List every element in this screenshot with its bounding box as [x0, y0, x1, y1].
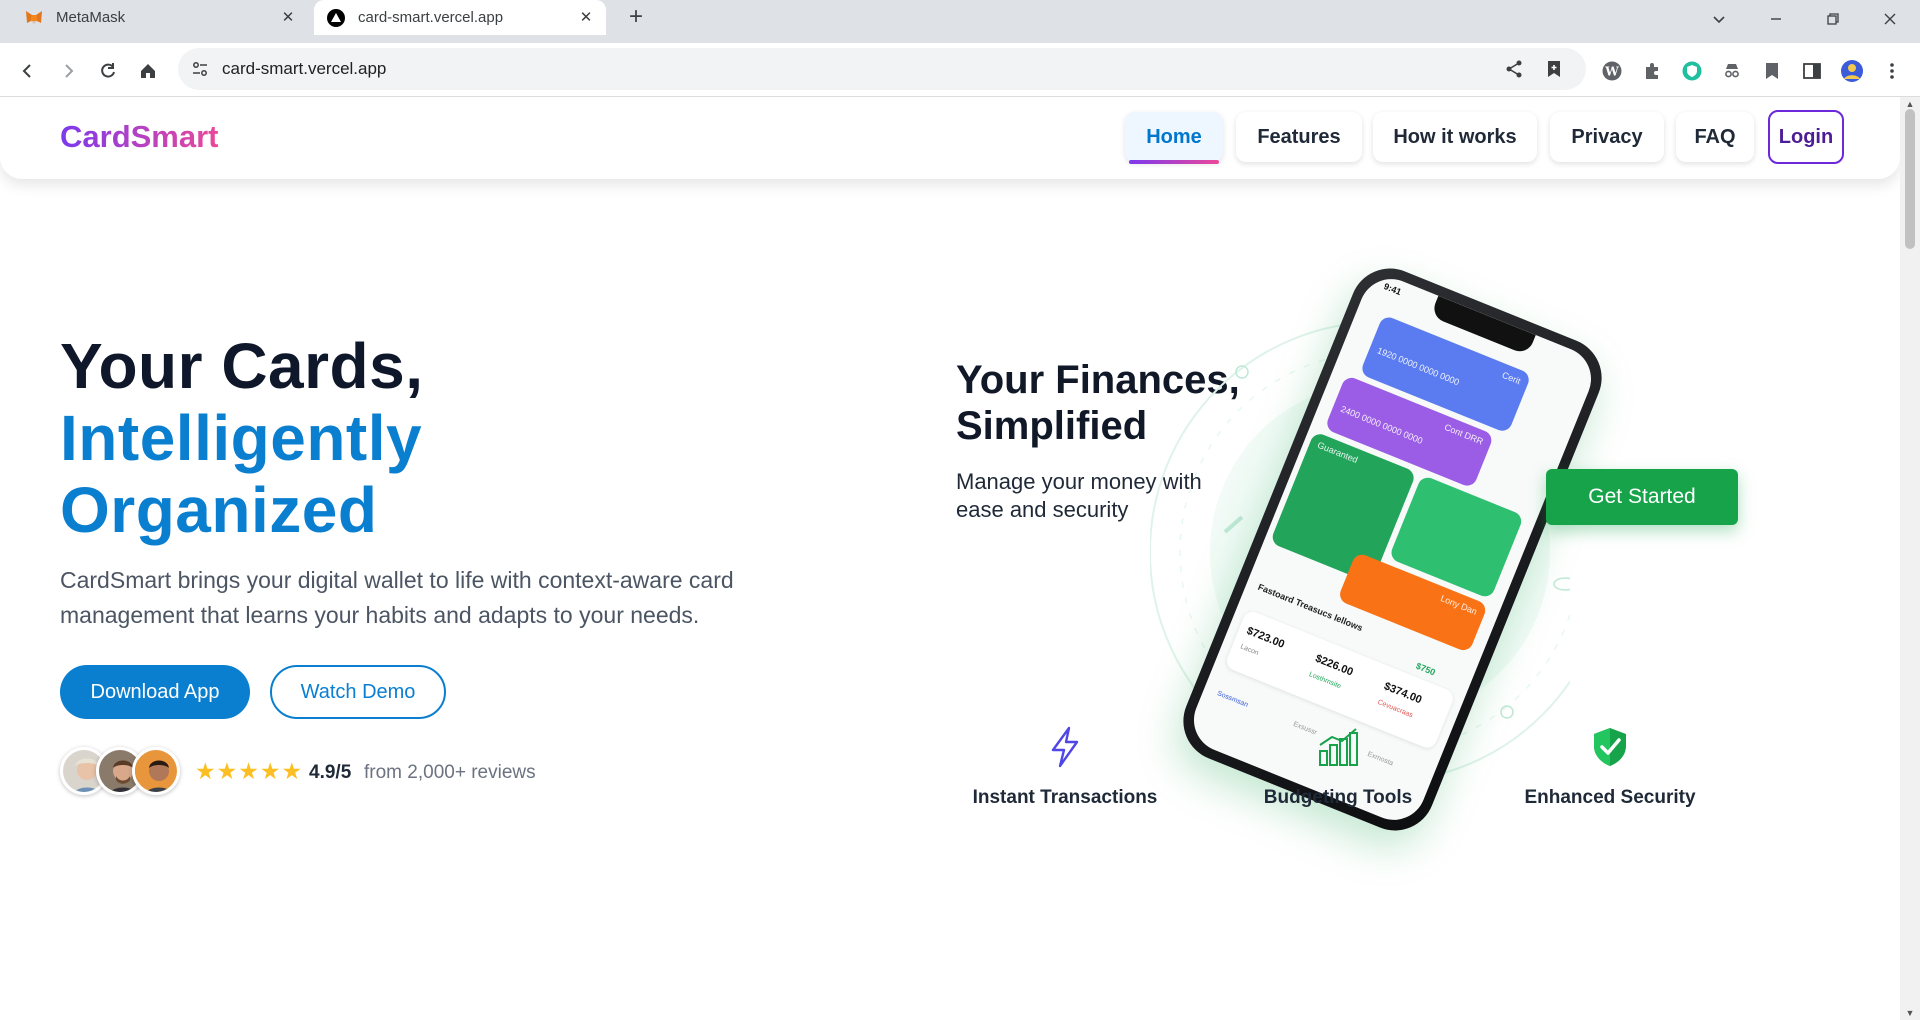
reviewer-avatar	[132, 747, 180, 795]
nav-privacy[interactable]: Privacy	[1550, 112, 1664, 162]
scroll-up-icon[interactable]: ▲	[1904, 99, 1916, 109]
forward-icon[interactable]	[54, 57, 82, 85]
restore-icon[interactable]	[1818, 6, 1848, 32]
nav-features[interactable]: Features	[1236, 112, 1362, 162]
phone-highlight-amount: $750	[1414, 660, 1437, 678]
page-scrollbar[interactable]: ▲ ▼	[1900, 97, 1920, 1020]
extensions-puzzle-icon[interactable]	[1638, 57, 1666, 85]
metamask-fox-icon	[24, 8, 44, 28]
watch-demo-button[interactable]: Watch Demo	[270, 665, 446, 719]
download-app-button[interactable]: Download App	[60, 665, 250, 719]
scroll-down-icon[interactable]: ▼	[1904, 1008, 1916, 1018]
svg-text:W: W	[1604, 65, 1619, 79]
rating-value: 4.9/5	[309, 762, 352, 783]
browser-menu-icon[interactable]	[1878, 57, 1906, 85]
share-icon[interactable]	[1502, 57, 1526, 81]
nav-home[interactable]: Home	[1125, 112, 1223, 164]
tab-cardsmart[interactable]: card-smart.vercel.app ✕	[314, 0, 606, 35]
get-started-button[interactable]: Get Started	[1546, 469, 1738, 525]
incognito-extension-icon[interactable]	[1718, 57, 1746, 85]
new-tab-button[interactable]: +	[622, 4, 650, 32]
bar-chart-icon	[1312, 721, 1364, 773]
login-button[interactable]: Login	[1768, 110, 1844, 164]
phone-amount-note: Lacon	[1239, 643, 1260, 658]
site-settings-icon[interactable]	[188, 57, 212, 81]
rating-stars: ★★★★★	[195, 758, 304, 784]
site-logo[interactable]: CardSmart	[60, 119, 219, 155]
feature-budgeting-tools: Budgeting Tools	[1228, 721, 1448, 809]
vpn-extension-icon[interactable]	[1678, 57, 1706, 85]
home-icon[interactable]	[134, 57, 162, 85]
bookmark-icon[interactable]	[1758, 57, 1786, 85]
close-tab-icon[interactable]: ✕	[576, 8, 596, 28]
vercel-icon	[326, 8, 346, 28]
scrollbar-thumb[interactable]	[1905, 109, 1915, 249]
nav-faq[interactable]: FAQ	[1676, 112, 1754, 162]
shield-icon	[1584, 721, 1636, 773]
feature-label: Instant Transactions	[972, 787, 1158, 808]
reload-icon[interactable]	[94, 57, 122, 85]
hero-headline-line2: Intelligently	[60, 402, 423, 474]
review-count: from 2,000+ reviews	[364, 762, 536, 783]
feature-enhanced-security: Enhanced Security	[1500, 721, 1720, 809]
bookmark-star-icon[interactable]	[1542, 57, 1566, 81]
feature-label: Budgeting Tools	[1263, 787, 1413, 808]
address-bar[interactable]: card-smart.vercel.app	[178, 48, 1586, 90]
hero-headline-line3: Organized	[60, 474, 378, 546]
hero-lead-text: CardSmart brings your digital wallet to …	[60, 567, 734, 628]
hero-headline-line1: Your Cards,	[60, 330, 424, 402]
url-text[interactable]: card-smart.vercel.app	[222, 59, 386, 79]
feature-label: Enhanced Security	[1524, 787, 1696, 808]
site-header: CardSmart Home Features How it works Pri…	[0, 97, 1900, 179]
close-window-icon[interactable]	[1875, 6, 1905, 32]
nav-how-it-works[interactable]: How it works	[1373, 112, 1537, 162]
side-panel-icon[interactable]	[1798, 57, 1826, 85]
tab-metamask[interactable]: MetaMask ✕	[8, 0, 308, 35]
close-tab-icon[interactable]: ✕	[278, 8, 298, 28]
feature-instant-transactions: Instant Transactions	[955, 721, 1175, 809]
tab-search-icon[interactable]	[1704, 6, 1734, 32]
browser-toolbar: card-smart.vercel.app W	[0, 43, 1920, 97]
minimize-icon[interactable]	[1761, 6, 1791, 32]
tab-title: MetaMask	[56, 9, 126, 26]
phone-time: 9:41	[1382, 281, 1403, 298]
profile-avatar-icon[interactable]	[1838, 57, 1866, 85]
back-icon[interactable]	[14, 57, 42, 85]
lightning-icon	[1039, 721, 1091, 773]
tab-strip: MetaMask ✕ card-smart.vercel.app ✕ +	[0, 0, 1920, 43]
phone-tab: Sossmsan	[1216, 690, 1249, 709]
wordpress-extension-icon[interactable]: W	[1598, 57, 1626, 85]
page-viewport: CardSmart Home Features How it works Pri…	[0, 97, 1900, 1020]
tab-title: card-smart.vercel.app	[358, 9, 504, 26]
phone-amount-note: Losthmsite	[1307, 671, 1342, 691]
